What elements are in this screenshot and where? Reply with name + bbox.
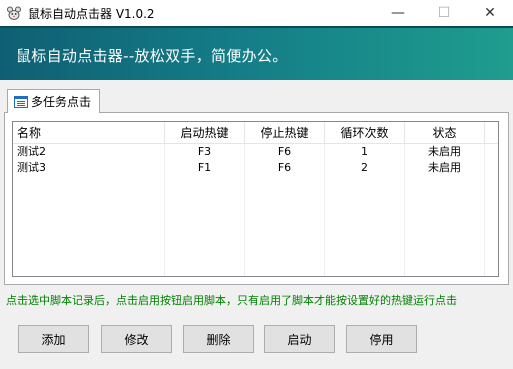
cell-loop-count: 1 — [325, 144, 405, 160]
stop-button[interactable]: 停用 — [346, 325, 417, 353]
banner-slogan: 鼠标自动点击器--放松双手，简便办公。 — [16, 47, 288, 65]
cell-filler — [485, 144, 498, 160]
cell-status: 未启用 — [405, 160, 485, 176]
minimize-button[interactable]: — — [375, 0, 421, 26]
cell-stop-hotkey: F6 — [245, 160, 325, 176]
column-header-status[interactable]: 状态 — [405, 122, 485, 144]
start-button[interactable]: 启动 — [264, 325, 335, 353]
empty-row — [13, 256, 498, 272]
empty-row — [13, 176, 498, 192]
column-header-filler — [485, 122, 498, 144]
cell-start-hotkey: F3 — [165, 144, 245, 160]
add-button[interactable]: 添加 — [18, 325, 89, 353]
script-list-table[interactable]: 名称 启动热键 停止热键 循环次数 状态 测试2 F3 F6 1 未启用 测试3… — [12, 121, 499, 277]
empty-row — [13, 240, 498, 256]
maximize-icon: ☐ — [437, 5, 451, 21]
cell-start-hotkey: F1 — [165, 160, 245, 176]
table-row[interactable]: 测试2 F3 F6 1 未启用 — [13, 144, 498, 160]
list-window-icon — [14, 95, 28, 108]
empty-row — [13, 192, 498, 208]
column-header-start-hotkey[interactable]: 启动热键 — [165, 122, 245, 144]
window-title: 鼠标自动点击器 V1.0.2 — [28, 6, 155, 21]
delete-button[interactable]: 删除 — [183, 325, 254, 353]
mouse-app-icon — [6, 5, 22, 21]
tab-label: 多任务点击 — [31, 95, 92, 109]
close-icon: ✕ — [484, 5, 496, 21]
table-row[interactable]: 测试3 F1 F6 2 未启用 — [13, 160, 498, 176]
cell-loop-count: 2 — [325, 160, 405, 176]
cell-name: 测试2 — [13, 144, 165, 160]
cell-stop-hotkey: F6 — [245, 144, 325, 160]
window-controls: — ☐ ✕ — [375, 0, 513, 26]
tab-multi-task-click[interactable]: 多任务点击 — [7, 89, 100, 113]
empty-row — [13, 272, 498, 276]
maximize-button[interactable]: ☐ — [421, 0, 467, 26]
header-banner: 鼠标自动点击器--放松双手，简便办公。 — [0, 26, 513, 80]
cell-status: 未启用 — [405, 144, 485, 160]
empty-row — [13, 208, 498, 224]
cell-name: 测试3 — [13, 160, 165, 176]
column-header-stop-hotkey[interactable]: 停止热键 — [245, 122, 325, 144]
edit-button[interactable]: 修改 — [101, 325, 172, 353]
column-header-name[interactable]: 名称 — [13, 122, 165, 144]
title-bar: 鼠标自动点击器 V1.0.2 — ☐ ✕ — [0, 0, 513, 26]
close-button[interactable]: ✕ — [467, 0, 513, 26]
empty-row — [13, 224, 498, 240]
cell-filler — [485, 160, 498, 176]
table-header: 名称 启动热键 停止热键 循环次数 状态 — [13, 122, 498, 144]
empty-grid-area — [13, 176, 498, 276]
usage-hint: 点击选中脚本记录后，点击启用按钮启用脚本，只有启用了脚本才能按设置好的热键运行点… — [6, 294, 457, 307]
column-header-loop-count[interactable]: 循环次数 — [325, 122, 405, 144]
minimize-icon: — — [391, 5, 405, 21]
